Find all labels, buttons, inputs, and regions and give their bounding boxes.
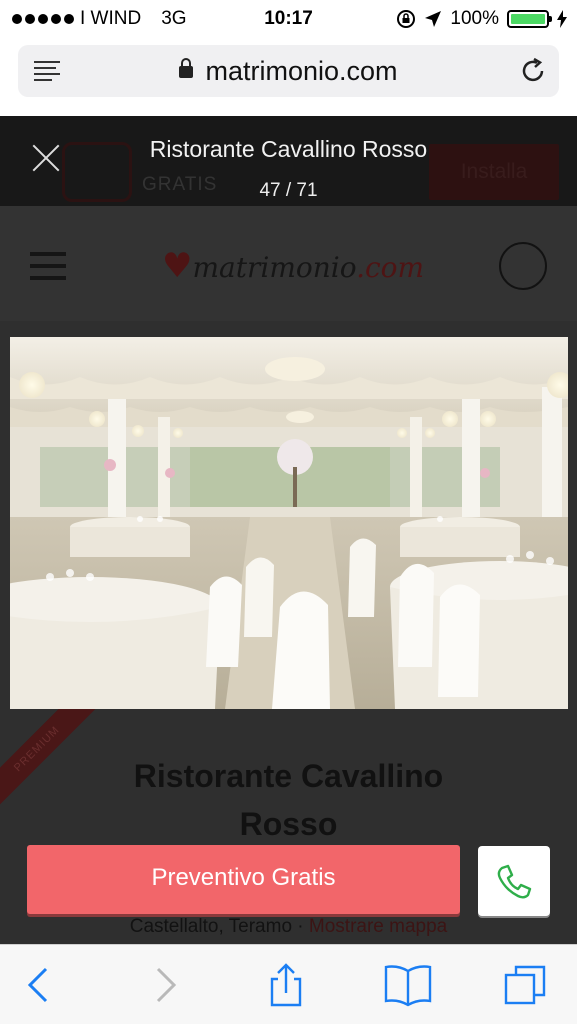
location-separator: · (292, 916, 309, 937)
call-button[interactable] (478, 846, 550, 916)
heart-logo-icon: ♥ (162, 246, 193, 286)
bookmarks-icon[interactable] (384, 963, 432, 1007)
site-header: ♥matrimonio.com (0, 206, 577, 321)
site-logo: ♥matrimonio.com (162, 246, 424, 286)
free-quote-button[interactable]: Preventivo Gratis (27, 845, 460, 914)
address-bar[interactable]: matrimonio.com (18, 45, 559, 97)
url-display[interactable]: matrimonio.com (18, 56, 559, 87)
battery-percent: 100% (450, 8, 499, 29)
venue-title: Ristorante Cavallino Rosso (0, 752, 577, 848)
venue-photo[interactable] (10, 337, 568, 709)
orientation-lock-icon (397, 10, 416, 28)
banquet-hall-image (10, 337, 568, 709)
photo-counter: 47 / 71 (259, 180, 318, 201)
logo-suffix: .com (356, 251, 425, 284)
lock-icon (179, 58, 194, 78)
reload-icon[interactable] (519, 57, 547, 85)
venue-location: Castellalto, Teramo · Mostrare mappa (0, 916, 577, 938)
browser-toolbar (0, 944, 577, 1024)
phone-icon (497, 864, 532, 899)
hamburger-menu-icon (30, 252, 66, 288)
browser-chrome: matrimonio.com (0, 38, 577, 116)
battery-icon (507, 10, 552, 28)
charging-bolt-icon (557, 10, 567, 28)
back-icon[interactable] (18, 963, 62, 1007)
venue-title-line1: Ristorante Cavallino (133, 758, 444, 794)
lightbox-title: Ristorante Cavallino Rosso (149, 136, 428, 162)
show-map-link: Mostrare mappa (308, 916, 448, 937)
status-bar: I WIND 3G 10:17 100% (0, 0, 577, 38)
tabs-icon[interactable] (504, 963, 548, 1007)
logo-text: matrimonio (192, 251, 357, 284)
status-right: 100% (396, 8, 567, 30)
location-text: Castellalto, Teramo (129, 916, 293, 937)
forward-icon[interactable] (142, 963, 186, 1007)
lightbox-header: Ristorante Cavallino Rosso 47 / 71 (0, 116, 577, 206)
venue-title-line2: Rosso (239, 806, 338, 842)
share-icon[interactable] (264, 963, 308, 1007)
location-arrow-icon (425, 11, 442, 27)
user-account-icon (499, 242, 547, 290)
url-text: matrimonio.com (205, 56, 398, 86)
